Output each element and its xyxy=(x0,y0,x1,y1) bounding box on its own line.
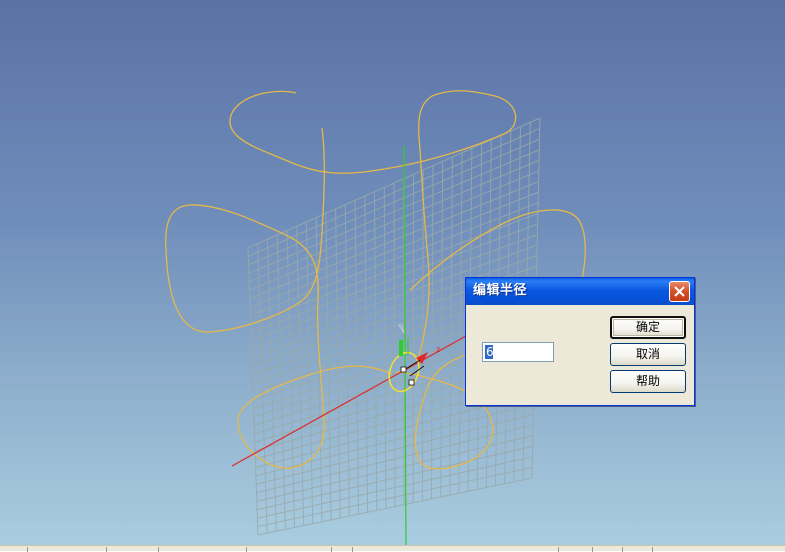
radius-selected-text: 6 xyxy=(486,345,494,359)
ok-button[interactable]: 确定 xyxy=(610,316,686,339)
edit-radius-dialog: 编辑半径 6 确定 取消 帮助 xyxy=(465,277,695,406)
axis-label: z xyxy=(436,345,440,354)
close-button[interactable] xyxy=(669,281,690,302)
scene-canvas: z xyxy=(0,0,785,545)
help-button[interactable]: 帮助 xyxy=(610,370,686,393)
cancel-button[interactable]: 取消 xyxy=(610,343,686,366)
3d-viewport[interactable]: z xyxy=(0,0,785,545)
dialog-titlebar[interactable]: 编辑半径 xyxy=(466,278,694,305)
dialog-client-area: 6 确定 取消 帮助 xyxy=(469,305,691,403)
status-bar xyxy=(0,545,785,551)
dialog-title: 编辑半径 xyxy=(473,283,527,299)
close-icon xyxy=(674,286,685,297)
